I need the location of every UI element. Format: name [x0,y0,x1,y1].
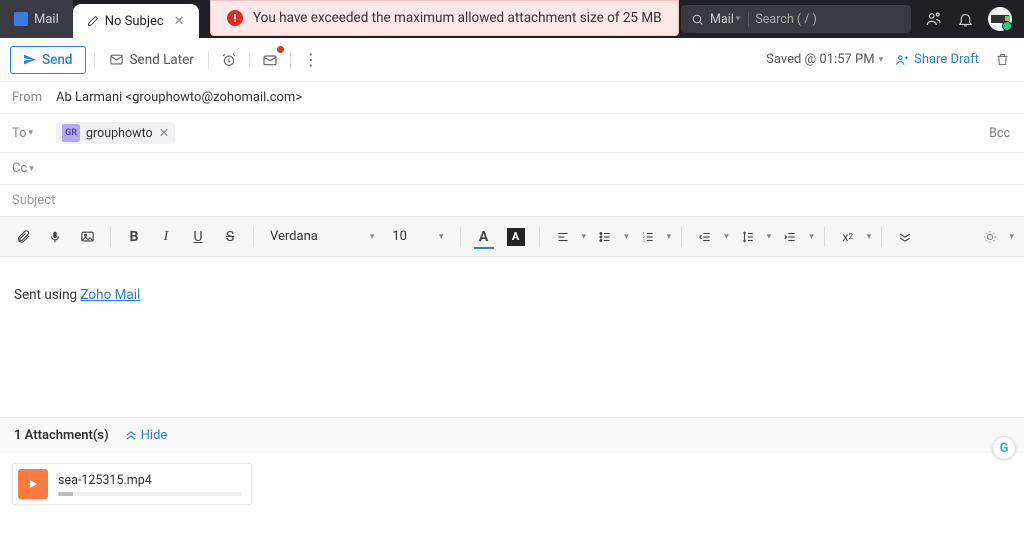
trash-icon[interactable] [991,48,1014,71]
action-bar: Send Send Later ⋮ Saved @ 01:57 PM ▾ Sha… [0,38,1024,82]
bg-color-button[interactable]: A [503,224,529,250]
error-icon: ! [227,10,243,26]
error-text: You have exceeded the maximum allowed at… [253,10,662,26]
attachment-info: sea-125315.mp4 [58,473,241,496]
recipient-chip[interactable]: GR grouphowto ✕ [56,122,175,144]
divider [290,51,291,69]
remove-chip-icon[interactable]: ✕ [159,125,169,141]
strike-button[interactable]: S [217,224,243,250]
chevron-down-icon[interactable]: ▾ [724,232,729,242]
tab-mail[interactable]: Mail [0,0,73,38]
top-bar: Mail No Subjec ✕ ! You have exceeded the… [0,0,1024,38]
attachment-name: sea-125315.mp4 [58,473,241,488]
attachments-header: 1 Attachment(s) Hide [0,417,1024,453]
line-height-button[interactable] [735,224,761,250]
superscript-button[interactable]: x2 [835,224,861,250]
upload-progress [58,492,241,496]
chevron-down-icon[interactable]: ▾ [667,232,672,242]
chevron-down-icon: ▾ [29,128,34,138]
divider [208,51,209,69]
tab-compose[interactable]: No Subjec ✕ [73,4,199,38]
from-row: From Ab Larmani <grouphowto@zohomail.com… [0,82,1024,114]
more-options-icon[interactable]: ⋮ [299,46,323,73]
hide-attachments-button[interactable]: Hide [125,428,168,443]
night-mode-icon[interactable] [977,224,1003,250]
search-icon [691,13,704,26]
from-value[interactable]: Ab Larmani <grouphowto@zohomail.com> [56,90,302,105]
chevron-down-icon[interactable]: ▾ [624,232,629,242]
cc-label[interactable]: Cc ▾ [12,161,48,176]
share-draft-button[interactable]: Share Draft [895,52,979,67]
underline-button[interactable]: U [185,224,211,250]
format-toolbar: B I U S Verdana ▾ 10 ▾ A A ▾ ▾ 123 ▾ ▾ ▾… [0,217,1024,257]
avatar[interactable] [988,7,1012,31]
chevron-down-icon: ▾ [29,164,34,174]
numbered-list-button[interactable]: 123 [635,224,661,250]
align-button[interactable] [550,224,576,250]
contacts-icon[interactable] [925,10,943,28]
chevron-down-icon: ▾ [439,232,444,242]
mail-app-icon [14,12,28,26]
subject-input[interactable] [12,193,1012,208]
search-scope[interactable]: Mail ▾ [710,12,749,27]
attachments-count: 1 Attachment(s) [14,428,109,443]
cc-row[interactable]: Cc ▾ [0,153,1024,185]
chevron-down-icon[interactable]: ▾ [809,232,814,242]
outdent-button[interactable] [692,224,718,250]
signature-prefix: Sent using [14,287,80,303]
chevron-down-icon[interactable]: ▾ [867,232,872,242]
to-label[interactable]: To ▾ [12,126,48,141]
tab-strip: Mail No Subjec ✕ [0,0,199,38]
send-button[interactable]: Send [10,46,86,74]
attachment-item[interactable]: sea-125315.mp4 [12,463,252,505]
font-size-select[interactable]: 10 ▾ [386,229,449,244]
bullet-list-button[interactable] [592,224,618,250]
compose-body[interactable]: Sent using Zoho Mail [0,257,1024,417]
chevron-down-icon[interactable]: ▾ [1009,232,1014,242]
action-bar-right: Saved @ 01:57 PM ▾ Share Draft [766,48,1014,71]
chevron-down-icon: ▾ [370,232,375,242]
mic-icon[interactable] [42,224,68,250]
chip-avatar: GR [62,124,80,142]
chip-name: grouphowto [86,126,153,141]
chevron-down-icon: ▾ [879,55,884,65]
chevron-down-icon: ▾ [736,14,741,24]
search-container[interactable]: Mail ▾ [681,5,911,33]
to-row[interactable]: To ▾ GR grouphowto ✕ Bcc [0,114,1024,153]
reminder-icon[interactable] [217,48,241,72]
bell-icon[interactable] [957,11,974,28]
attach-icon[interactable] [10,224,36,250]
search-input[interactable] [755,12,914,27]
bcc-link[interactable]: Bcc [989,126,1010,141]
video-file-icon [18,469,48,499]
font-family-select[interactable]: Verdana ▾ [264,229,380,244]
attachments-list: sea-125315.mp4 [0,453,1024,515]
pencil-icon [87,15,99,27]
from-label: From [12,90,48,105]
divider [94,51,95,69]
send-later-button[interactable]: Send Later [103,52,200,68]
font-color-button[interactable]: A [471,224,497,250]
subject-row[interactable] [0,185,1024,217]
chevron-down-icon[interactable]: ▾ [767,232,772,242]
tab-mail-label: Mail [34,12,59,27]
svg-text:3: 3 [642,238,644,242]
divider [249,51,250,69]
image-icon[interactable] [74,224,100,250]
chevron-down-icon[interactable]: ▾ [582,232,587,242]
grammarly-icon[interactable]: G [992,436,1016,460]
saved-timestamp[interactable]: Saved @ 01:57 PM ▾ [766,52,883,67]
tab-compose-label: No Subjec [105,14,164,29]
secure-mail-icon[interactable] [258,48,282,72]
zoho-mail-link[interactable]: Zoho Mail [80,287,140,303]
bold-button[interactable]: B [121,224,147,250]
error-banner: ! You have exceeded the maximum allowed … [210,0,679,36]
notification-dot [277,46,284,53]
italic-button[interactable]: I [153,224,179,250]
topbar-right: Mail ▾ [681,5,1024,33]
close-tab-icon[interactable]: ✕ [174,14,185,29]
more-format-icon[interactable] [892,224,918,250]
indent-button[interactable] [777,224,803,250]
